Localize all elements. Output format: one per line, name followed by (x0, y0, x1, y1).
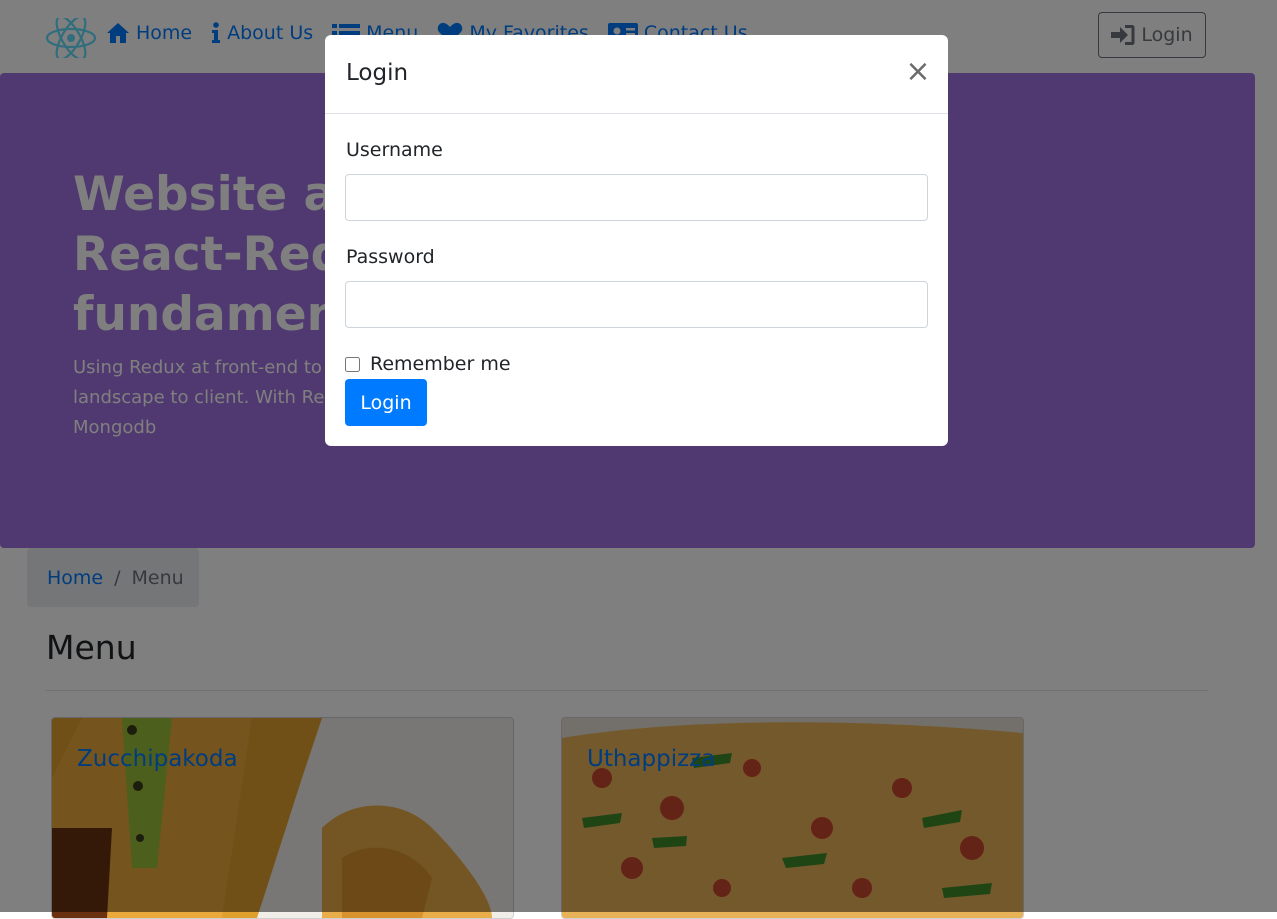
remember-me-checkbox[interactable] (345, 356, 360, 372)
login-modal: Login × Username Password Remember me Lo… (325, 35, 948, 446)
close-icon[interactable]: × (903, 57, 933, 87)
login-submit-button[interactable]: Login (345, 379, 427, 426)
username-input[interactable] (345, 174, 928, 221)
modal-title: Login (346, 60, 409, 86)
password-input[interactable] (345, 281, 928, 328)
remember-me-label: Remember me (370, 353, 511, 375)
modal-header: Login × (325, 35, 948, 114)
remember-me: Remember me (345, 353, 511, 375)
username-label: Username (346, 139, 443, 161)
password-label: Password (346, 246, 435, 268)
